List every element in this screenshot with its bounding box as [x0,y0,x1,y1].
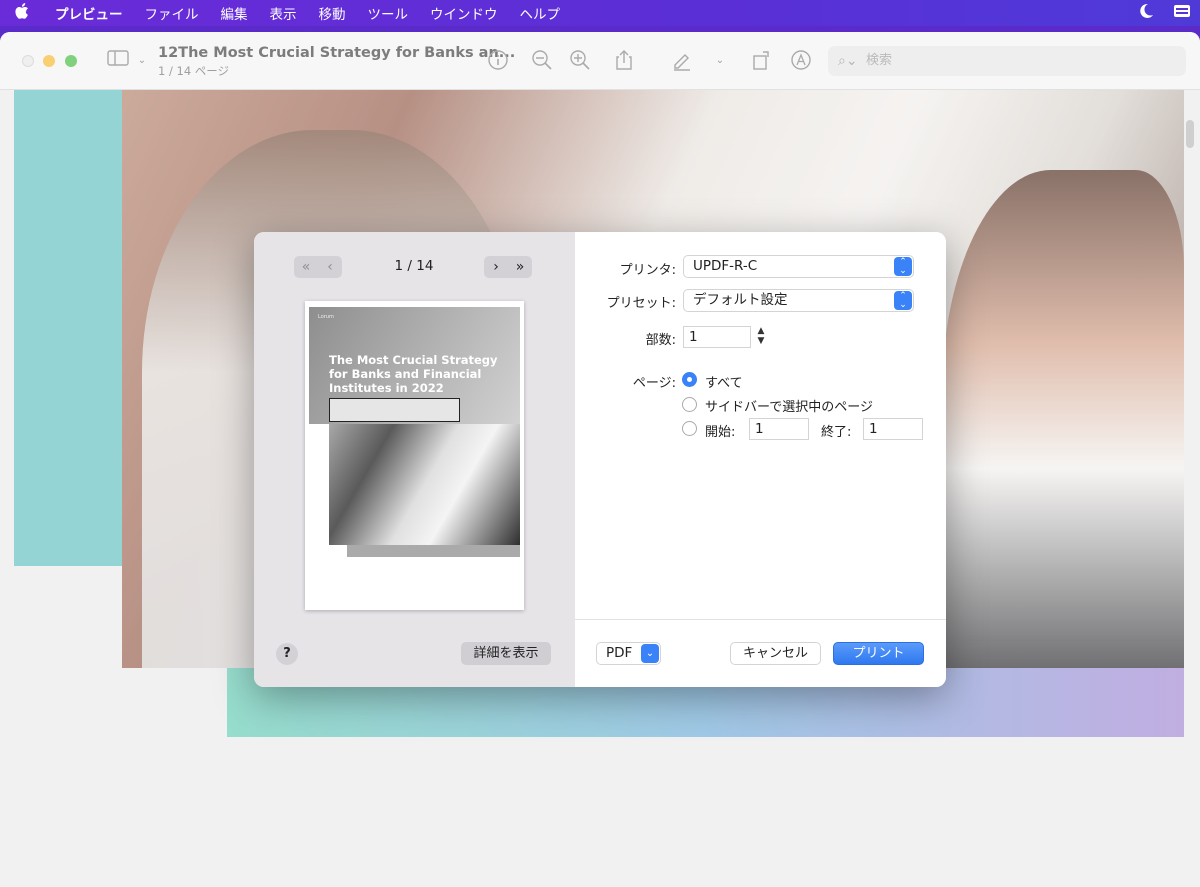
menu-view[interactable]: 表示 [259,3,308,23]
apple-menu-icon[interactable] [0,3,44,23]
print-preview-pane: « ‹ 1 / 14 › » Lorum The Most Crucial St… [254,232,575,687]
thumbnail-title: The Most Crucial Strategy for Banks and … [329,353,498,395]
printer-value: UPDF-R-C [693,258,758,274]
menu-bar: プレビュー ファイル 編集 表示 移動 ツール ウインドウ ヘルプ [0,0,1200,26]
page-thumbnail: Lorum The Most Crucial Strategy for Bank… [305,301,524,610]
show-details-button[interactable]: 詳細を表示 [461,642,551,665]
thumbnail-box [329,398,460,422]
pages-from-label: 開始: [705,425,736,440]
copies-field[interactable]: 1 [683,326,751,348]
thumbnail-logo: Lorum [318,314,334,320]
thumbnail-photo [329,424,520,545]
previous-page-button[interactable]: ‹ [318,259,342,275]
print-dialog: « ‹ 1 / 14 › » Lorum The Most Crucial St… [254,232,946,687]
next-page-button[interactable]: › [484,259,508,275]
pdf-button-label: PDF [606,645,633,661]
menu-preview[interactable]: プレビュー [44,3,134,23]
pages-all-radio[interactable] [682,372,697,387]
last-page-button[interactable]: » [508,259,532,275]
menu-window[interactable]: ウインドウ [419,3,509,23]
printer-label: プリンタ: [619,263,676,278]
help-button[interactable]: ? [276,643,298,665]
divider [575,619,946,620]
menu-file[interactable]: ファイル [134,3,210,23]
menu-help[interactable]: ヘルプ [509,3,572,23]
preset-label: プリセット: [606,296,676,311]
pages-from-field[interactable]: 1 [749,418,809,440]
popup-arrows-icon: ⌃ ⌄ [894,257,912,276]
popup-arrows-icon: ⌃ ⌄ [894,291,912,310]
cancel-button[interactable]: キャンセル [730,642,821,665]
first-page-button[interactable]: « [294,259,318,275]
copies-stepper[interactable]: ▲ ▼ [754,326,768,348]
preset-value: デフォルト設定 [693,292,788,308]
menu-edit[interactable]: 編集 [210,3,259,23]
preset-select[interactable]: デフォルト設定 ⌃ ⌄ [683,289,914,312]
control-center-icon[interactable] [1164,4,1200,22]
print-settings-pane: プリンタ: UPDF-R-C ⌃ ⌄ プリセット: デフォルト設定 ⌃ ⌄ 部数: … [575,232,946,687]
pages-to-value: 1 [869,421,878,437]
pages-to-label: 終了: [821,425,852,440]
menu-tools[interactable]: ツール [357,3,420,23]
pages-label: ページ: [632,376,676,391]
page-prev-buttons: « ‹ [294,256,342,278]
pdf-menu-button[interactable]: PDF ⌄ [596,642,661,665]
moon-icon[interactable] [1128,3,1164,23]
print-button[interactable]: プリント [833,642,924,665]
page-indicator: 1 / 14 [394,258,434,274]
pages-to-field[interactable]: 1 [863,418,923,440]
chevron-down-icon: ⌄ [641,644,659,663]
copies-value: 1 [689,329,698,345]
pages-range-radio[interactable] [682,421,697,436]
pages-selection-radio[interactable] [682,397,697,412]
printer-select[interactable]: UPDF-R-C ⌃ ⌄ [683,255,914,278]
pages-from-value: 1 [755,421,764,437]
thumbnail-photo-strip [347,545,520,557]
page-next-buttons: › » [484,256,532,278]
pages-all-label: すべて [705,376,743,391]
copies-label: 部数: [645,333,676,348]
menu-go[interactable]: 移動 [308,3,357,23]
pages-selection-label: サイドバーで選択中のページ [705,400,873,415]
